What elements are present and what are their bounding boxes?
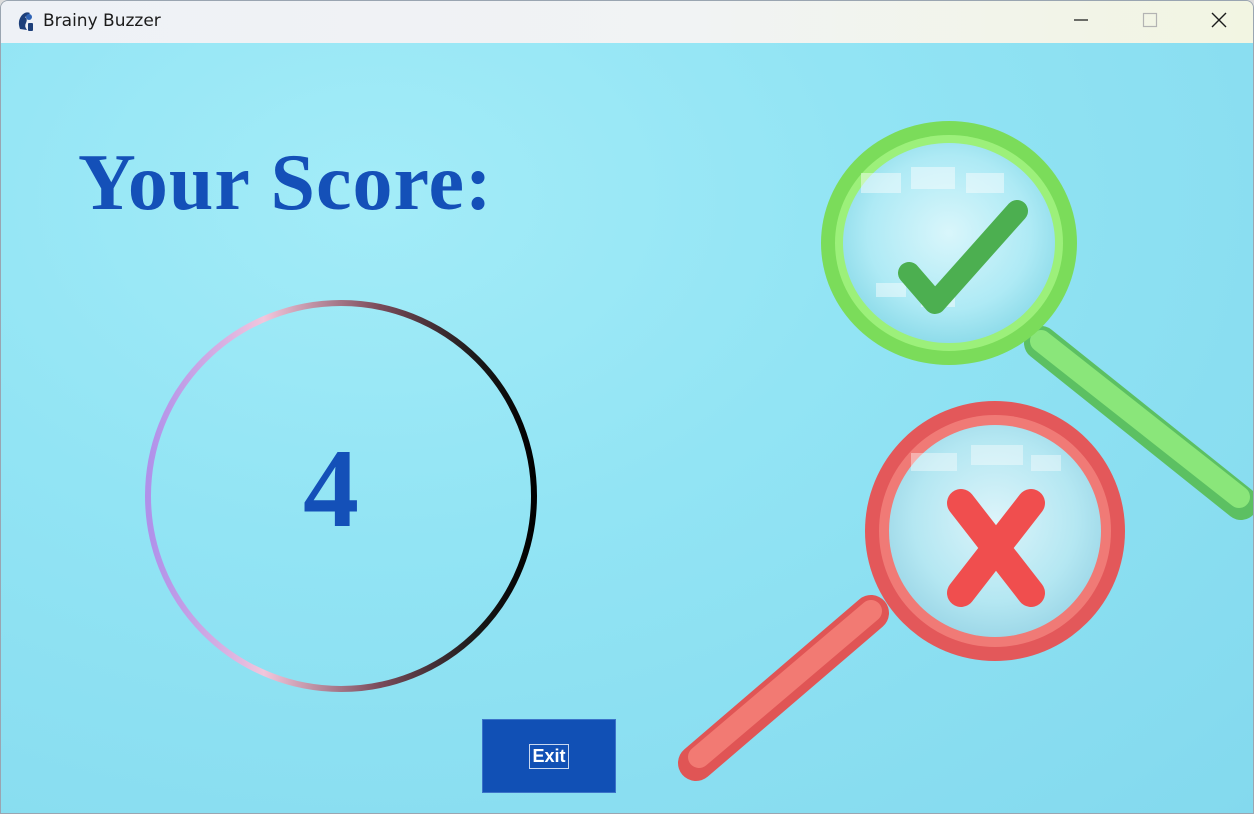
title-bar[interactable]: Brainy Buzzer [1,1,1253,43]
close-button[interactable] [1185,1,1253,43]
red-magnifier [678,401,1125,781]
app-window: Brainy Buzzer Your Score: 4 Exit [0,0,1254,814]
minimize-icon [1073,12,1089,32]
score-value: 4 [303,427,359,551]
app-icon [15,9,37,33]
maximize-icon [1142,12,1158,32]
exit-button[interactable]: Exit [482,719,616,793]
maximize-button[interactable] [1116,1,1184,43]
magnifier-illustration [678,121,1253,781]
window-title: Brainy Buzzer [43,11,161,31]
close-icon [1210,11,1228,33]
score-screen: Your Score: 4 Exit [1,43,1253,813]
minimize-button[interactable] [1047,1,1115,43]
score-heading: Your Score: [78,139,493,227]
exit-button-label: Exit [529,743,569,769]
